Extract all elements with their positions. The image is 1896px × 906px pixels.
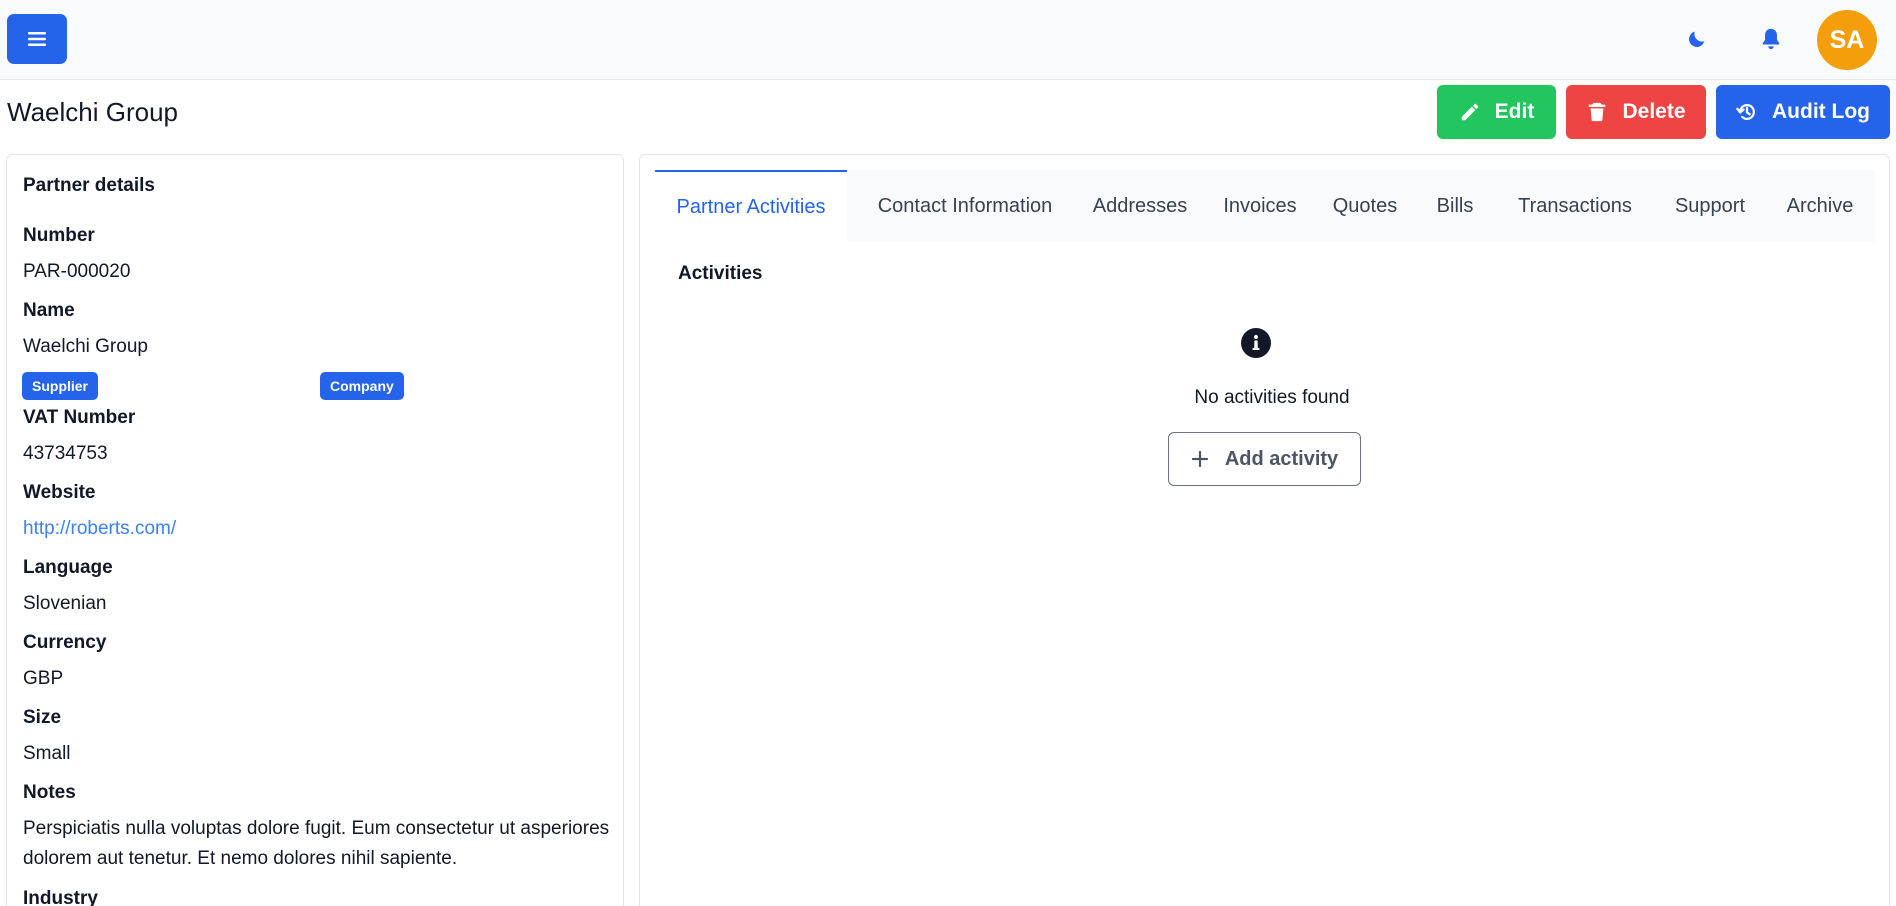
history-icon: [1736, 104, 1755, 120]
moon-icon[interactable]: [1686, 28, 1708, 50]
tab-bills[interactable]: Bills: [1415, 170, 1495, 242]
info-icon: [1241, 328, 1271, 358]
notes-value: Perspiciatis nulla voluptas dolore fugit…: [23, 818, 610, 869]
vat-number-value: 43734753: [23, 443, 108, 464]
plus-icon: [1191, 450, 1208, 468]
name-value: Waelchi Group: [23, 336, 148, 357]
company-badge: Company: [320, 372, 404, 400]
add-activity-label: Add activity: [1224, 447, 1339, 470]
tab-partner-activities[interactable]: Partner Activities: [655, 170, 847, 242]
edit-button[interactable]: Edit: [1437, 85, 1556, 139]
currency-label: Currency: [23, 632, 107, 653]
size-label: Size: [23, 707, 62, 728]
empty-state-text: No activities found: [1194, 387, 1350, 408]
partner-tabs-card: Partner Activities Contact Information A…: [639, 154, 1890, 906]
user-avatar[interactable]: SA: [1817, 10, 1877, 70]
pencil-icon: [1461, 103, 1478, 121]
tab-quotes[interactable]: Quotes: [1315, 170, 1415, 242]
partner-details-card: Partner details Number PAR-000020 Name W…: [6, 154, 624, 906]
hamburger-icon: [28, 32, 46, 46]
tab-invoices[interactable]: Invoices: [1205, 170, 1315, 242]
tab-transactions[interactable]: Transactions: [1495, 170, 1655, 242]
notes-label: Notes: [23, 782, 76, 803]
tab-support[interactable]: Support: [1655, 170, 1765, 242]
partner-details-heading: Partner details: [23, 175, 155, 196]
number-value: PAR-000020: [23, 261, 131, 282]
activities-title: Activities: [678, 263, 763, 284]
tab-addresses[interactable]: Addresses: [1075, 170, 1205, 242]
website-label: Website: [23, 482, 96, 503]
audit-log-button[interactable]: Audit Log: [1716, 85, 1890, 139]
tab-archive[interactable]: Archive: [1765, 170, 1875, 242]
language-label: Language: [23, 557, 113, 578]
trash-icon: [1589, 102, 1606, 122]
page-title: Waelchi Group: [7, 97, 178, 127]
tab-contact-information[interactable]: Contact Information: [855, 170, 1075, 242]
add-activity-button[interactable]: Add activity: [1168, 432, 1361, 486]
language-value: Slovenian: [23, 593, 107, 614]
name-label: Name: [23, 300, 75, 321]
tab-bar: Partner Activities Contact Information A…: [655, 170, 1875, 242]
delete-button-label: Delete: [1622, 100, 1686, 123]
delete-button[interactable]: Delete: [1566, 85, 1706, 139]
currency-value: GBP: [23, 668, 64, 689]
supplier-badge: Supplier: [22, 372, 99, 400]
website-link[interactable]: http://roberts.com/: [23, 518, 176, 540]
audit-log-button-label: Audit Log: [1772, 100, 1870, 123]
vat-number-label: VAT Number: [23, 407, 136, 428]
menu-button[interactable]: [7, 14, 67, 64]
bell-icon[interactable]: [1760, 27, 1782, 51]
edit-button-label: Edit: [1494, 100, 1535, 123]
top-bar: SA: [0, 0, 1896, 80]
number-label: Number: [23, 225, 95, 246]
industry-label: Industry: [23, 888, 98, 906]
size-value: Small: [23, 743, 71, 764]
